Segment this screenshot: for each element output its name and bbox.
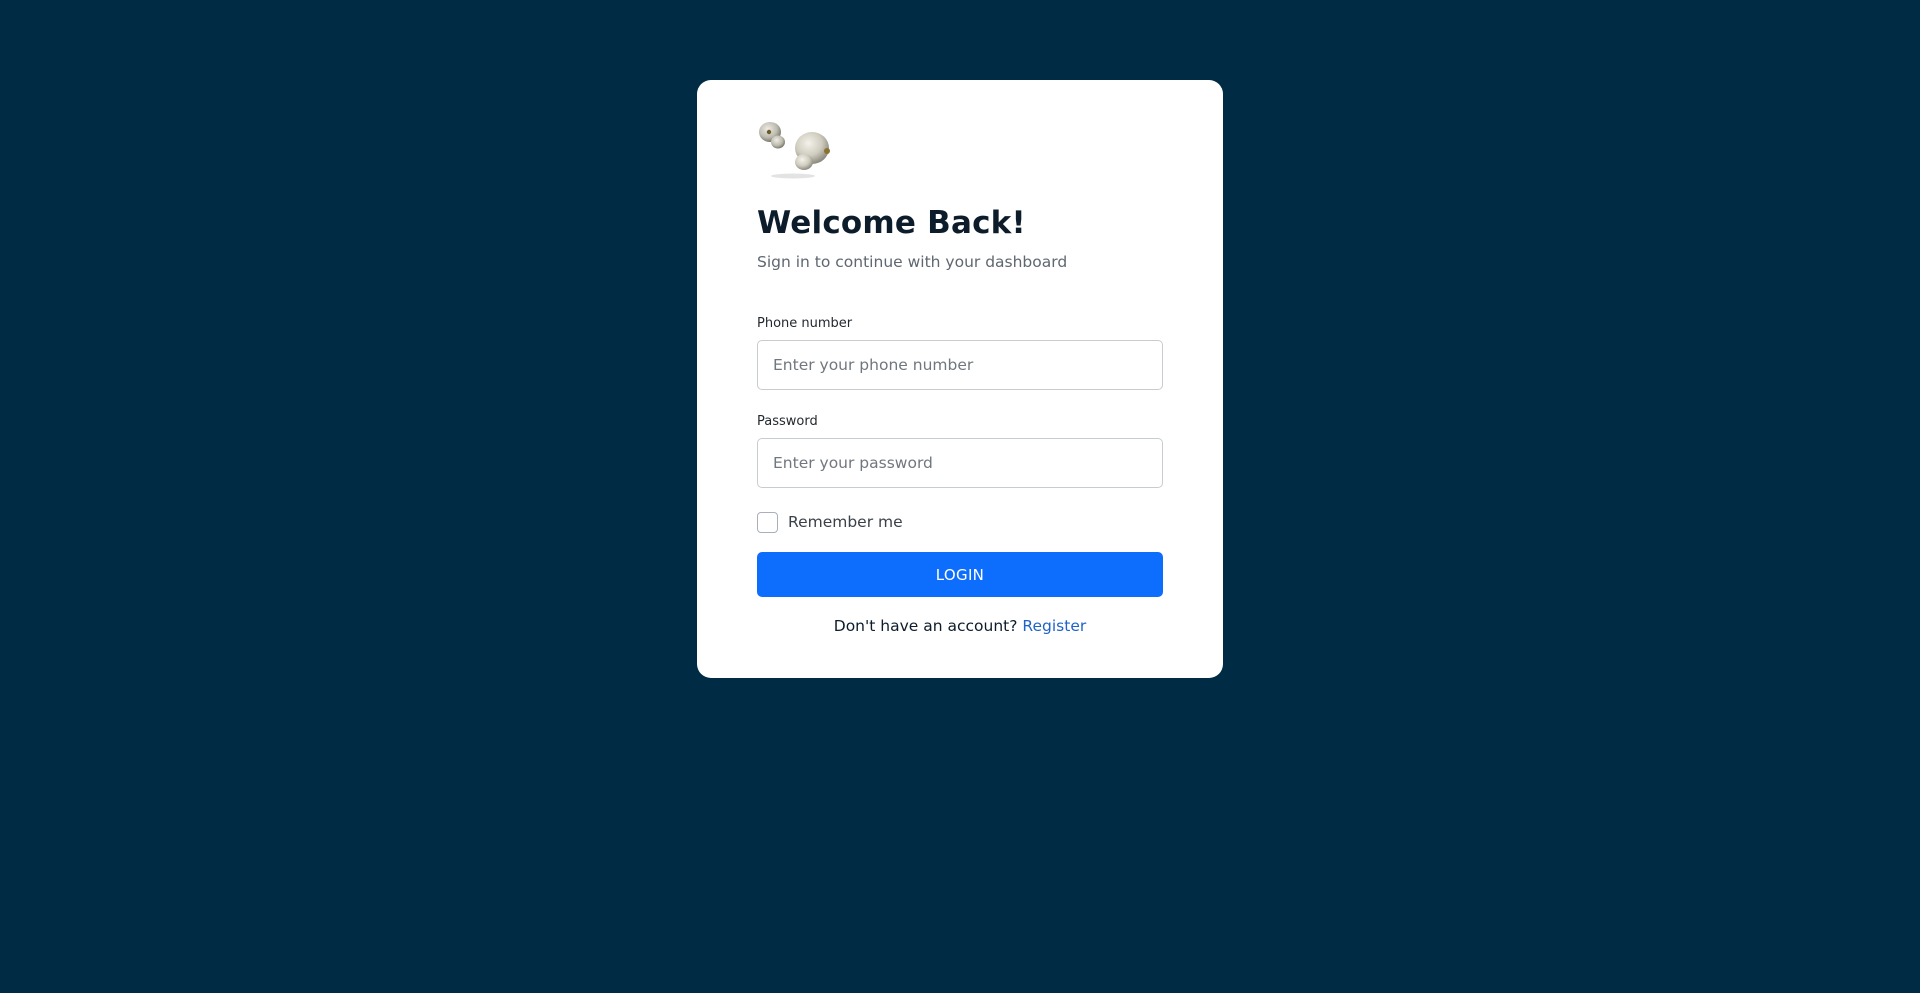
remember-me-checkbox[interactable] <box>757 511 778 533</box>
password-label: Password <box>757 414 818 429</box>
earbuds-logo-icon <box>759 122 830 179</box>
page-subtitle: Sign in to continue with your dashboard <box>757 253 1068 271</box>
page-title: Welcome Back! <box>757 205 1026 241</box>
login-card: Welcome Back! Sign in to continue with y… <box>697 80 1223 678</box>
login-button[interactable]: LOGIN <box>757 552 1163 597</box>
phone-label: Phone number <box>757 316 853 331</box>
password-input[interactable] <box>757 438 1163 488</box>
register-link[interactable]: Register <box>1022 617 1086 635</box>
register-prompt: Don't have an account? Register <box>757 617 1163 635</box>
phone-input[interactable] <box>757 340 1163 390</box>
remember-me-row: Remember me <box>757 510 1163 534</box>
remember-me-label[interactable]: Remember me <box>788 513 903 531</box>
register-prompt-text: Don't have an account? <box>833 617 1018 635</box>
